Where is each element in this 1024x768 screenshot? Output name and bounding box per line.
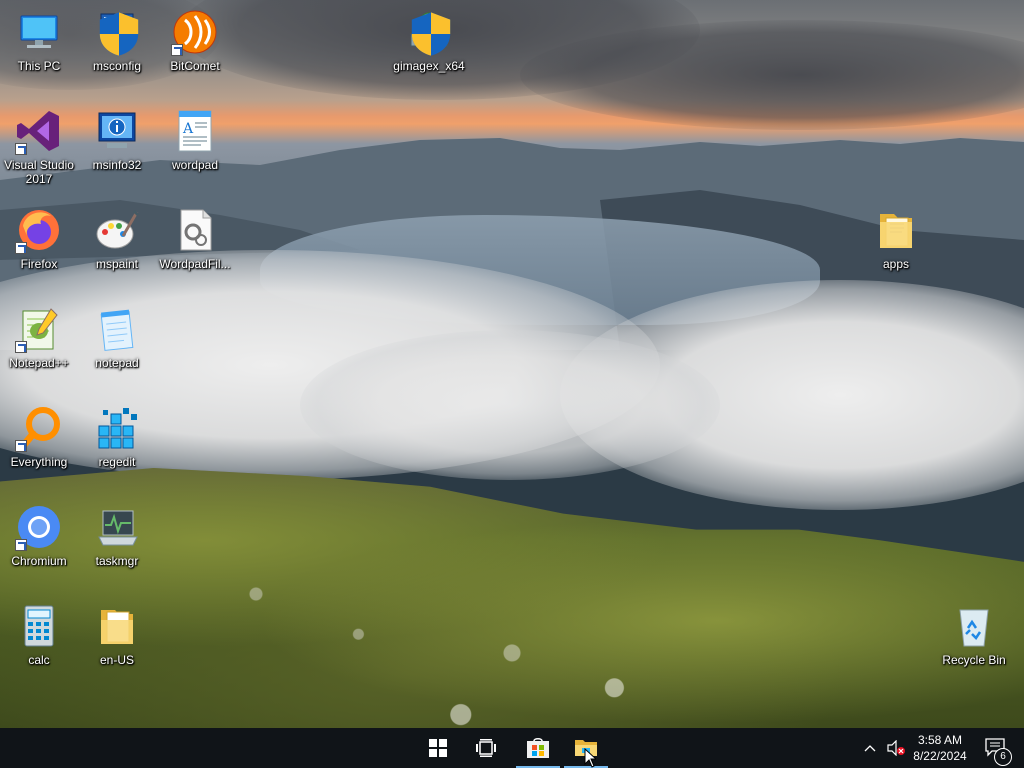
clock[interactable]: 3:58 AM 8/22/2024 xyxy=(910,728,970,768)
recycle-bin-icon xyxy=(950,602,998,650)
task-view-icon xyxy=(476,739,496,757)
desktop-icon-regedit[interactable]: regedit xyxy=(79,400,155,496)
desktop-icon-visual-studio[interactable]: Visual Studio 2017 xyxy=(1,103,77,199)
desktop-icon-label: BitComet xyxy=(170,59,220,73)
desktop-icon-firefox[interactable]: Firefox xyxy=(1,202,77,298)
volume-button[interactable] xyxy=(882,728,910,768)
clock-time: 3:58 AM xyxy=(917,733,963,747)
gimagex-icon xyxy=(405,8,453,56)
desktop-icon-everything[interactable]: Everything xyxy=(1,400,77,496)
desktop-icon-apps-folder[interactable]: apps xyxy=(858,202,934,298)
desktop-icon-chromium[interactable]: Chromium xyxy=(1,499,77,595)
desktop-icon-msconfig[interactable]: msconfig xyxy=(79,4,155,100)
desktop-icon-label: Visual Studio 2017 xyxy=(4,158,74,186)
shortcut-arrow-icon xyxy=(15,539,27,551)
shortcut-arrow-icon xyxy=(15,341,27,353)
firefox-icon xyxy=(15,206,63,254)
everything-search-icon xyxy=(15,404,63,452)
desktop-icon-label: wordpad xyxy=(171,158,219,172)
notification-count-badge: 6 xyxy=(994,748,1012,766)
folder-icon xyxy=(93,602,141,650)
taskbar: 3:58 AM 8/22/2024 6 xyxy=(0,728,1024,768)
uac-shield-icon xyxy=(99,12,139,56)
computer-icon xyxy=(15,8,63,56)
notepad-icon xyxy=(93,305,141,353)
task-view-button[interactable] xyxy=(462,728,510,768)
desktop-icon-label: msconfig xyxy=(92,59,142,73)
desktop-icon-notepadplusplus[interactable]: Notepad++ xyxy=(1,301,77,397)
desktop-icon-label: calc xyxy=(28,653,50,667)
shortcut-arrow-icon xyxy=(15,440,27,452)
wordpad-icon: A xyxy=(171,107,219,155)
desktop-icon-label: gimagex_x64 xyxy=(393,59,465,73)
bitcomet-icon xyxy=(171,8,219,56)
taskmgr-icon xyxy=(93,503,141,551)
wallpaper-fog xyxy=(300,330,720,480)
store-icon xyxy=(527,738,549,758)
mouse-cursor-icon xyxy=(584,748,596,768)
desktop-icon-calc[interactable]: calc xyxy=(1,598,77,694)
desktop-icon-this-pc[interactable]: This PC xyxy=(1,4,77,100)
calculator-icon xyxy=(15,602,63,650)
volume-muted-icon xyxy=(887,740,905,756)
desktop-icon-en-us-folder[interactable]: en-US xyxy=(79,598,155,694)
desktop-icon-label: notepad xyxy=(95,356,139,370)
windows-logo-icon xyxy=(429,739,447,757)
desktop-icon-notepad[interactable]: notepad xyxy=(79,301,155,397)
desktop-icon-label: taskmgr xyxy=(95,554,139,568)
show-hidden-icons-button[interactable] xyxy=(858,728,882,768)
chevron-up-icon xyxy=(864,745,876,752)
notepadplusplus-icon xyxy=(15,305,63,353)
chromium-icon xyxy=(15,503,63,551)
visual-studio-icon xyxy=(15,107,63,155)
desktop-icon-label: Recycle Bin xyxy=(942,653,1006,667)
desktop-icon-label: regedit xyxy=(98,455,136,469)
shortcut-arrow-icon xyxy=(15,143,27,155)
desktop-icon-recycle-bin[interactable]: Recycle Bin xyxy=(936,598,1012,694)
desktop-icon-label: apps xyxy=(882,257,910,271)
uac-shield-icon xyxy=(411,12,451,56)
folder-icon xyxy=(872,206,920,254)
desktop-icon-label: WordpadFil... xyxy=(159,257,231,271)
shortcut-arrow-icon xyxy=(15,242,27,254)
desktop-icon-label: This PC xyxy=(17,59,61,73)
desktop-icon-label: mspaint xyxy=(95,257,139,271)
mspaint-icon xyxy=(93,206,141,254)
start-button[interactable] xyxy=(414,728,462,768)
taskbar-store-button[interactable] xyxy=(514,728,562,768)
desktop-icon-mspaint[interactable]: mspaint xyxy=(79,202,155,298)
desktop-icon-wordpad[interactable]: A wordpad xyxy=(157,103,233,199)
msconfig-icon xyxy=(93,8,141,56)
desktop-icon-wordpadfile[interactable]: WordpadFil... xyxy=(157,202,233,298)
regedit-icon xyxy=(93,404,141,452)
clock-date: 8/22/2024 xyxy=(913,749,967,763)
desktop-icon-gimagex[interactable]: gimagex_x64 xyxy=(391,4,467,100)
desktop-icon-label: Chromium xyxy=(11,554,67,568)
desktop-icon-label: Firefox xyxy=(20,257,58,271)
shortcut-arrow-icon xyxy=(171,44,183,56)
desktop-icon-label: Everything xyxy=(10,455,68,469)
desktop-icon-taskmgr[interactable]: taskmgr xyxy=(79,499,155,595)
desktop-icon-msinfo32[interactable]: msinfo32 xyxy=(79,103,155,199)
desktop-icon-label: en-US xyxy=(99,653,134,667)
action-center-button[interactable]: 6 xyxy=(976,728,1016,768)
desktop-icon-label: msinfo32 xyxy=(92,158,142,172)
msinfo32-icon xyxy=(93,107,141,155)
desktop-icon-bitcomet[interactable]: BitComet xyxy=(157,4,233,100)
settings-file-icon xyxy=(171,206,219,254)
svg-text:A: A xyxy=(182,121,194,137)
desktop-icon-label: Notepad++ xyxy=(9,356,69,370)
